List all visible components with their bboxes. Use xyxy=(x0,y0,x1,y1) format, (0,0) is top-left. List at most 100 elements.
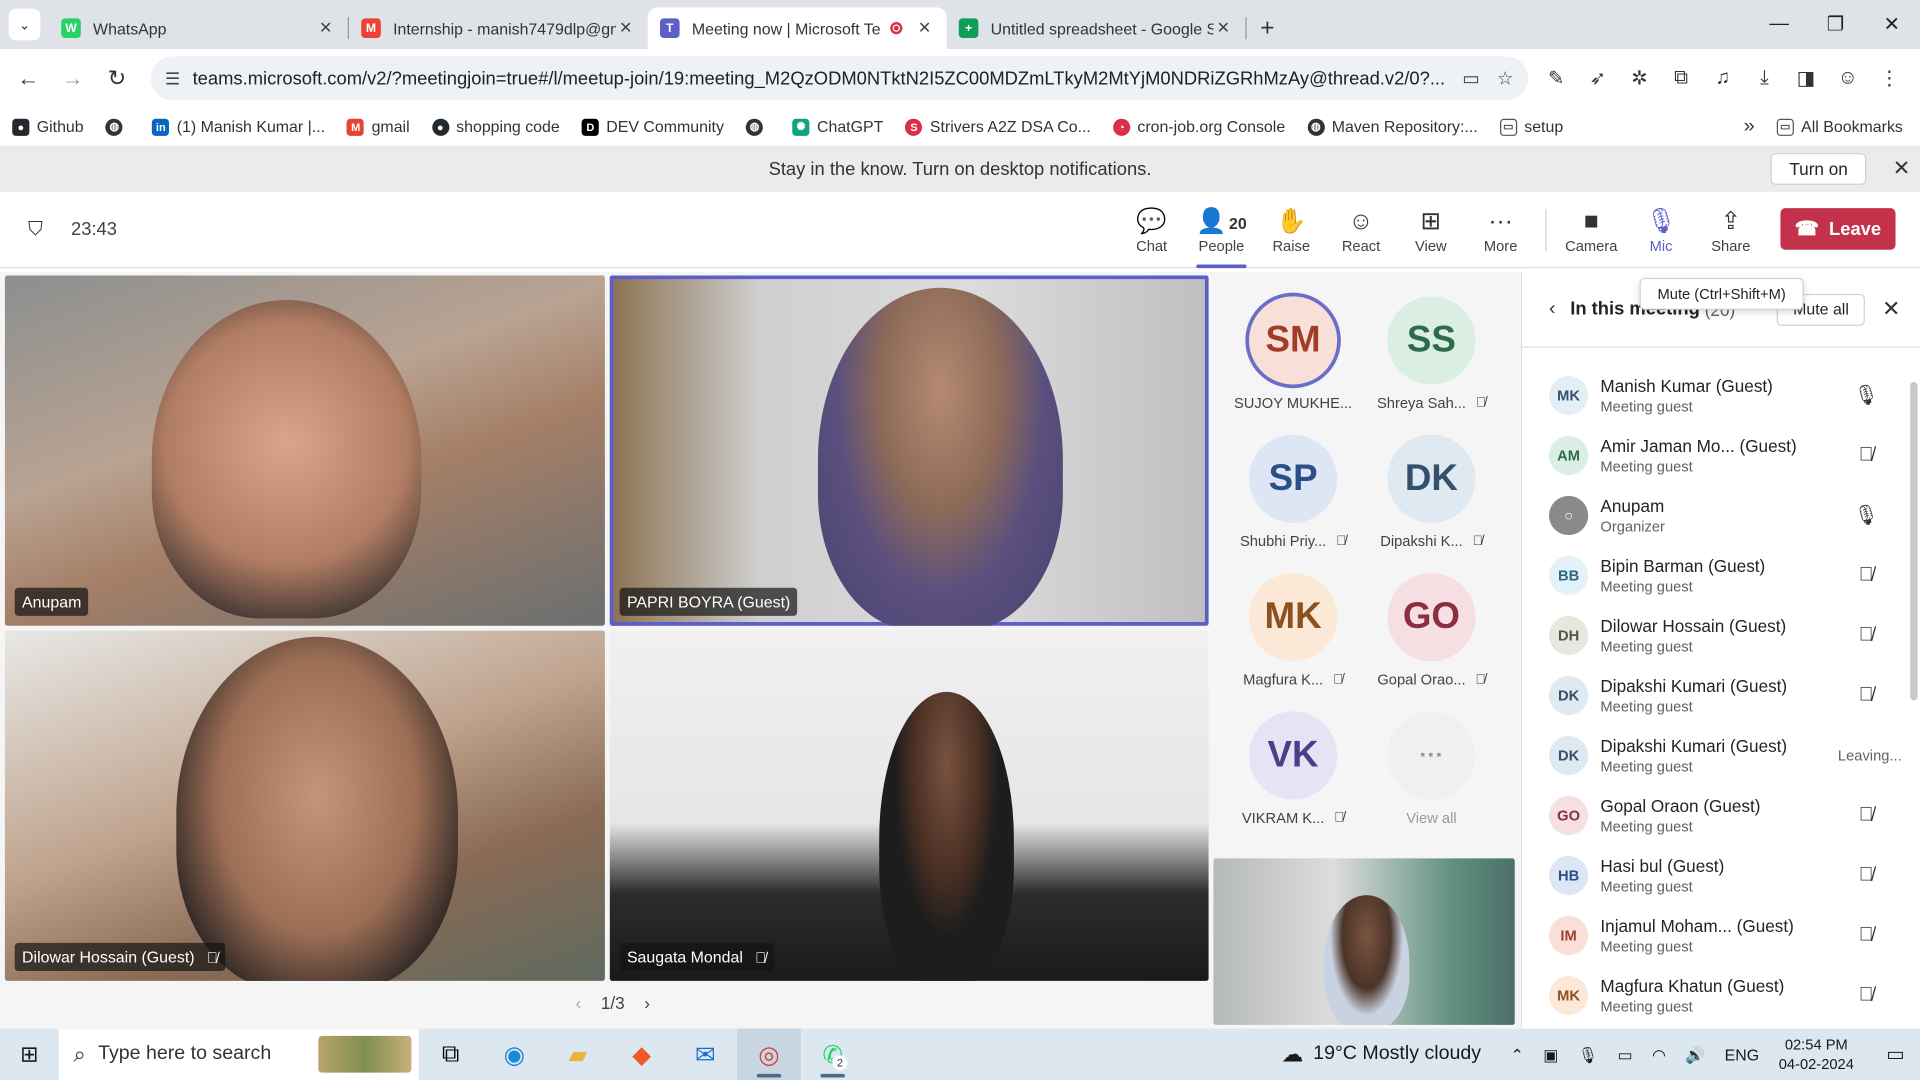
rocket-extension-icon[interactable]: ➶ xyxy=(1577,59,1619,98)
share-button[interactable]: ⇪ Share xyxy=(1696,192,1766,268)
edge-icon[interactable]: ◉ xyxy=(482,1029,546,1080)
extensions-puzzle-icon[interactable]: ⧉ xyxy=(1660,59,1702,98)
chevron-up-icon[interactable]: ⌃ xyxy=(1510,1045,1523,1063)
forward-icon[interactable]: → xyxy=(54,59,91,98)
video-tile-saugata-mondal[interactable]: Saugata Mondal 🎙̸ xyxy=(609,630,1209,981)
camera-in-use-icon[interactable]: ▭ xyxy=(1462,67,1479,90)
bookmark-setup-folder[interactable]: ▭ setup xyxy=(1499,118,1563,136)
bug-extension-icon[interactable]: ✲ xyxy=(1619,59,1661,98)
notification-center-icon[interactable]: ▭ xyxy=(1871,1042,1920,1066)
more-bookmarks-icon[interactable]: » xyxy=(1744,116,1755,138)
download-icon[interactable]: ⤓ xyxy=(1744,59,1786,98)
view-button[interactable]: ⊞ View xyxy=(1396,192,1466,268)
view-all-tile[interactable]: ··· View all xyxy=(1363,711,1500,827)
clock[interactable]: 02:54 PM 04-02-2024 xyxy=(1779,1035,1854,1074)
bookmark-strivers[interactable]: S Strivers A2Z DSA Co... xyxy=(905,118,1091,136)
bookmark-globe[interactable]: ◍ xyxy=(105,118,130,136)
avatar-tile[interactable]: SM SUJOY MUKHE... xyxy=(1225,296,1362,411)
chevron-right-icon[interactable]: › xyxy=(644,993,650,1013)
video-tile-papri-boyra[interactable]: PAPRI BOYRA (Guest) xyxy=(609,275,1209,626)
bookmark-shopping-code[interactable]: ● shopping code xyxy=(431,118,560,136)
bookmark-github[interactable]: ● Github xyxy=(12,118,84,136)
mic-muted-icon[interactable]: 🎙̸ xyxy=(1829,564,1902,586)
camera-button[interactable]: ■ Camera xyxy=(1556,192,1626,268)
avatar-tile[interactable]: SP Shubhi Priy... 🎙̸ xyxy=(1225,434,1362,550)
wifi-icon[interactable]: ◠ xyxy=(1652,1045,1666,1063)
avatar-tile[interactable]: MK Magfura K... 🎙̸ xyxy=(1225,573,1362,688)
microphone-tray-icon[interactable]: 🎙 xyxy=(1578,1045,1598,1063)
panel-scrollbar[interactable] xyxy=(1910,382,1918,701)
tab-gmail[interactable]: M Internship - manish7479dlp@gm ✕ xyxy=(349,7,648,49)
self-video-preview[interactable] xyxy=(1213,858,1515,1025)
mail-icon[interactable]: ✉ xyxy=(673,1029,737,1080)
media-control-icon[interactable]: ♫ xyxy=(1702,59,1744,98)
close-tab-icon[interactable]: ✕ xyxy=(616,18,636,38)
participant-row[interactable]: MK Magfura Khatun (Guest) Meeting guest 🎙… xyxy=(1522,965,1920,1025)
close-tab-icon[interactable]: ✕ xyxy=(1213,18,1233,38)
battery-icon[interactable]: ▭ xyxy=(1617,1045,1632,1063)
meet-now-icon[interactable]: ▣ xyxy=(1543,1045,1558,1063)
close-icon[interactable]: ✕ xyxy=(1893,157,1910,181)
bookmark-maven[interactable]: ◍ Maven Repository:... xyxy=(1307,118,1478,136)
all-bookmarks-button[interactable]: ▭ All Bookmarks xyxy=(1776,118,1903,136)
whatsapp-taskbar-icon[interactable]: ✆ 2 xyxy=(801,1029,865,1080)
avatar-tile[interactable]: VK VIKRAM K... 🎙̸ xyxy=(1225,711,1362,827)
mic-muted-icon[interactable]: 🎙̸ xyxy=(1829,684,1902,706)
participant-row[interactable]: MK Manish Kumar (Guest) Meeting guest 🎙 xyxy=(1522,365,1920,425)
taskbar-search[interactable]: ⌕ Type here to search xyxy=(58,1028,419,1080)
site-info-icon[interactable]: ☰ xyxy=(165,68,180,89)
mic-muted-icon[interactable]: 🎙̸ xyxy=(1829,444,1902,466)
bookmark-dev-community[interactable]: D DEV Community xyxy=(581,118,724,136)
participant-row[interactable]: DK Dipakshi Kumari (Guest) Meeting guest … xyxy=(1522,665,1920,725)
turn-on-notifications-button[interactable]: Turn on xyxy=(1770,153,1867,185)
restore-icon[interactable]: ❐ xyxy=(1807,0,1863,49)
task-view-icon[interactable]: ⧉ xyxy=(419,1029,483,1080)
close-tab-icon[interactable]: ✕ xyxy=(915,18,935,38)
mic-muted-icon[interactable]: 🎙̸ xyxy=(1829,804,1902,826)
volume-icon[interactable]: 🔊 xyxy=(1685,1045,1705,1063)
microphone-icon[interactable]: 🎙 xyxy=(1829,503,1902,527)
url-field[interactable]: ☰ teams.microsoft.com/v2/?meetingjoin=tr… xyxy=(150,56,1528,101)
video-tile-anupam[interactable]: Anupam xyxy=(4,275,605,626)
language-indicator[interactable]: ENG xyxy=(1725,1045,1759,1063)
react-button[interactable]: ☺ React xyxy=(1326,192,1396,268)
participant-row[interactable]: HB Hasi bul (Guest) Meeting guest 🎙̸ xyxy=(1522,845,1920,905)
participant-row[interactable]: AM Amir Jaman Mo... (Guest) Meeting guest… xyxy=(1522,425,1920,485)
microphone-icon[interactable]: 🎙 xyxy=(1829,383,1902,407)
participant-row[interactable]: ○ Anupam Organizer 🎙 xyxy=(1522,485,1920,545)
chat-button[interactable]: 💬 Chat xyxy=(1117,192,1187,268)
weather-widget[interactable]: ☁ 19°C Mostly cloudy xyxy=(1281,1041,1481,1067)
participant-row[interactable]: DH Dilowar Hossain (Guest) Meeting guest … xyxy=(1522,605,1920,665)
bookmark-globe-2[interactable]: ◍ xyxy=(745,118,770,136)
chevron-left-icon[interactable]: ‹ xyxy=(1549,298,1556,320)
back-icon[interactable]: ← xyxy=(10,59,47,98)
participant-row[interactable]: IM Injamul Moham... (Guest) Meeting guest… xyxy=(1522,905,1920,965)
minimize-icon[interactable]: — xyxy=(1751,0,1807,49)
brave-icon[interactable]: ◆ xyxy=(610,1029,674,1080)
more-button[interactable]: ··· More xyxy=(1466,192,1536,268)
bookmark-cron-job[interactable]: ◔ cron-job.org Console xyxy=(1112,118,1285,136)
windows-start-icon[interactable]: ⊞ xyxy=(0,1029,59,1080)
side-panel-icon[interactable]: ◨ xyxy=(1785,59,1827,98)
video-tile-dilowar-hossain[interactable]: Dilowar Hossain (Guest) 🎙̸ xyxy=(4,630,605,981)
avatar-tile[interactable]: GO Gopal Orao... 🎙̸ xyxy=(1363,573,1500,688)
people-button[interactable]: 👤 20 People xyxy=(1187,192,1257,269)
tab-search-button[interactable]: ⌄ xyxy=(0,0,49,49)
close-window-icon[interactable]: ✕ xyxy=(1864,0,1920,49)
tab-whatsapp[interactable]: W WhatsApp ✕ xyxy=(49,7,348,49)
mic-muted-icon[interactable]: 🎙̸ xyxy=(1829,624,1902,646)
tab-teams-meeting[interactable]: T Meeting now | Microsoft Te ✕ xyxy=(647,7,947,49)
close-tab-icon[interactable]: ✕ xyxy=(316,18,336,38)
mic-muted-icon[interactable]: 🎙̸ xyxy=(1829,924,1902,946)
pen-extension-icon[interactable]: ✎ xyxy=(1535,59,1577,98)
browser-menu-icon[interactable]: ⋮ xyxy=(1869,59,1911,98)
profile-avatar[interactable]: ☺ xyxy=(1827,59,1869,98)
mic-muted-icon[interactable]: 🎙̸ xyxy=(1829,984,1902,1006)
participant-row[interactable]: BB Bipin Barman (Guest) Meeting guest 🎙̸ xyxy=(1522,545,1920,605)
tab-sheets[interactable]: + Untitled spreadsheet - Google S ✕ xyxy=(947,7,1246,49)
raise-hand-button[interactable]: ✋ Raise xyxy=(1256,192,1326,268)
bookmark-gmail[interactable]: Mgmail xyxy=(347,118,410,136)
reload-icon[interactable]: ↻ xyxy=(99,59,136,98)
mic-muted-icon[interactable]: 🎙̸ xyxy=(1829,864,1902,886)
chrome-icon[interactable]: ◎ xyxy=(737,1028,801,1080)
